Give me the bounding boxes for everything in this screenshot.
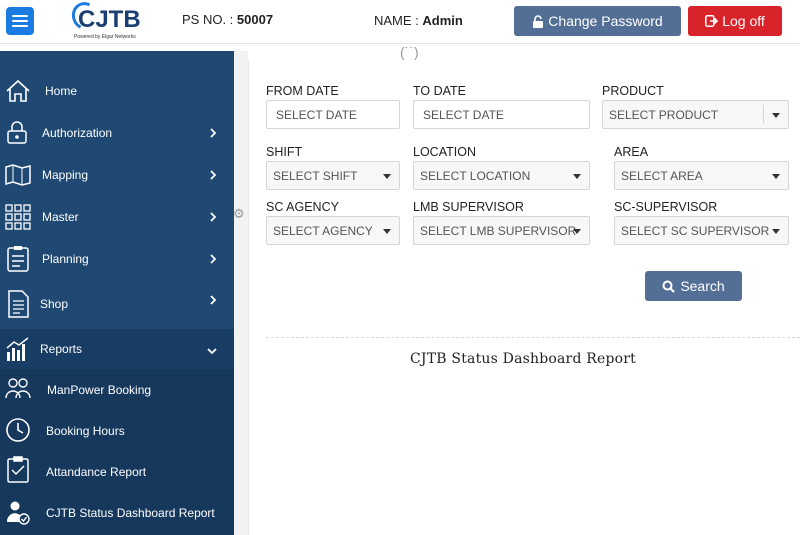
caret-down-icon [383,229,391,234]
sidebar-item-label: Planning [42,252,89,266]
content-gutter [234,51,248,535]
from-date-input[interactable]: SELECT DATE [266,100,400,129]
unlock-icon [533,14,544,28]
lmb-supervisor-select-value: SELECT LMB SUPERVISOR [420,223,577,238]
sidebar-subitem-cjtb-status-dashboard-report[interactable]: CJTB Status Dashboard Report [0,492,234,535]
from-date-label: FROM DATE [266,84,339,98]
area-select-value: SELECT AREA [621,168,703,183]
to-date-label: TO DATE [413,84,467,98]
sidebar-item-label: Mapping [42,168,89,182]
name-label: NAME : [374,13,423,28]
to-date-input[interactable]: SELECT DATE [413,100,590,129]
sc-supervisor-select[interactable]: SELECT SC SUPERVISOR [614,216,789,245]
product-select[interactable]: SELECT PRODUCT [602,100,789,129]
shift-select[interactable]: SELECT SHIFT [266,161,400,190]
caret-down-icon [772,229,780,234]
top-header: CJTB Powered by Elgar Networks PS NO. : … [0,0,800,44]
lmb-supervisor-label: LMB SUPERVISOR [413,200,524,214]
sidebar: Home Authorization Mapping Master Planni… [0,51,234,535]
search-label: Search [680,278,725,294]
clipboard-icon [4,245,32,273]
area-select[interactable]: SELECT AREA [614,161,789,190]
sidebar-subitem-label: ManPower Booking [47,383,152,397]
sidebar-item-home[interactable]: Home [0,70,234,112]
user-check-icon [4,499,32,527]
grid-icon [4,203,32,231]
sidebar-item-authorization[interactable]: Authorization [0,112,234,154]
user-name: NAME : Admin [374,13,463,28]
caret-down-icon [383,174,391,179]
ps-number: PS NO. : 50007 [182,12,273,27]
select-separator [763,105,764,124]
cjtb-logo: CJTB Powered by Elgar Networks [67,0,142,42]
map-icon [4,161,32,189]
chevron-right-icon [210,170,217,180]
ps-value: 50007 [236,12,274,27]
caret-down-icon [573,174,581,179]
sidebar-item-mapping[interactable]: Mapping [0,154,234,196]
ps-label: PS NO. : [182,12,237,27]
caret-down-icon [573,229,581,234]
logout-icon [705,15,719,27]
sc-agency-label: SC AGENCY [266,200,339,214]
caret-down-icon [772,174,780,179]
caret-down-icon [772,113,780,118]
logo-text: CJTB [78,6,141,33]
sc-agency-select[interactable]: SELECT AGENCY [266,216,400,245]
clock-icon [4,416,32,444]
sc-supervisor-select-value: SELECT SC SUPERVISOR [621,223,770,238]
name-value: Admin [422,13,463,28]
home-icon [4,77,32,105]
sidebar-subitem-booking-hours[interactable]: Booking Hours [0,410,234,451]
document-icon [4,290,32,318]
sidebar-subitem-attandance-report[interactable]: Attandance Report [0,451,234,492]
sidebar-item-label: Master [42,210,79,224]
sidebar-item-label: Shop [40,297,69,311]
product-select-value: SELECT PRODUCT [609,107,719,122]
shift-select-value: SELECT SHIFT [273,168,358,183]
chevron-down-icon [207,348,217,355]
lock-icon [4,119,32,147]
report-title: CJTB Status Dashboard Report [410,351,636,367]
logout-label: Log off [722,13,765,29]
sidebar-item-planning[interactable]: Planning [0,238,234,280]
search-button[interactable]: Search [645,271,742,301]
sidebar-subitem-label: Attandance Report [46,465,147,479]
area-label: AREA [614,145,649,159]
change-password-button[interactable]: Change Password [514,6,681,36]
logo-subtitle: Powered by Elgar Networks [74,34,136,40]
location-select[interactable]: SELECT LOCATION [413,161,590,190]
location-select-value: SELECT LOCATION [420,168,531,183]
chevron-right-icon [210,295,217,305]
gear-fragment-icon: ⚙ [233,206,245,221]
sidebar-subitem-label: CJTB Status Dashboard Report [46,506,215,520]
sidebar-subitem-label: Booking Hours [46,424,125,438]
chart-icon [4,335,32,363]
menu-toggle-icon[interactable] [6,7,34,35]
users-icon [4,375,32,403]
chevron-right-icon [210,212,217,222]
sidebar-item-reports[interactable]: Reports [0,329,234,369]
product-label: PRODUCT [602,84,664,98]
sidebar-item-shop[interactable]: Shop [0,283,234,325]
change-password-label: Change Password [548,13,663,29]
sc-supervisor-label: SC-SUPERVISOR [614,200,718,214]
search-icon [662,280,676,293]
sidebar-item-master[interactable]: Master [0,196,234,238]
sidebar-item-label: Reports [40,342,83,356]
chevron-right-icon [210,254,217,264]
sc-agency-select-value: SELECT AGENCY [273,223,373,238]
section-divider [266,337,800,338]
location-label: LOCATION [413,145,476,159]
checklist-icon [4,456,32,484]
chevron-right-icon [210,128,217,138]
sidebar-item-label: Home [45,84,78,98]
logout-button[interactable]: Log off [688,6,782,36]
sidebar-item-label: Authorization [42,126,113,140]
lmb-supervisor-select[interactable]: SELECT LMB SUPERVISOR [413,216,590,245]
shift-label: SHIFT [266,145,303,159]
loading-fragment-icon: (˙˙) [400,44,419,60]
sidebar-subitem-manpower-booking[interactable]: ManPower Booking [0,369,234,410]
